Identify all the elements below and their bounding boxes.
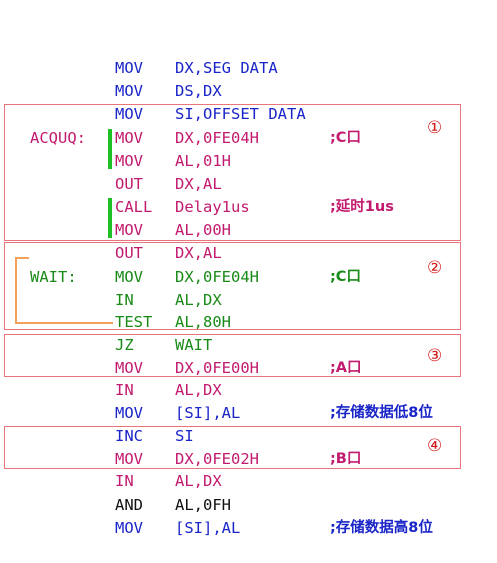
code-line: TEST AL,80H: [0, 288, 497, 331]
code-line: CALL Delay1us ;延时1us: [0, 173, 497, 216]
code-line: MOV DS,DX: [0, 57, 497, 100]
code-line: OUT DX,AL: [0, 150, 497, 193]
assembly-code-listing: ① ② ③ ④ MOV DX,SEG DATA MOV DS,DX MOV SI,OF…: [0, 0, 497, 558]
code-line: MOV [SI],AL ;存储数据高8位: [0, 494, 497, 537]
code-line: MOV SI,OFFSET DATA: [0, 80, 497, 123]
code-line: ACQUQ: MOV DX,0FE04H ;C口: [0, 104, 497, 147]
code-comment: ;存储数据高8位: [330, 520, 433, 536]
code-opcode: MOV: [115, 519, 143, 537]
code-line: MOV DX,SEG DATA: [0, 34, 497, 77]
code-line: IN AL,DX: [0, 356, 497, 399]
code-line: MOV AL,01H: [0, 127, 497, 170]
code-line: MOV DX,0FE02H ;B口: [0, 425, 497, 468]
code-line: JZ WAIT: [0, 311, 497, 354]
code-operand: [SI],AL: [175, 519, 241, 537]
code-line: MOV DX,0FE00H ;A口: [0, 334, 497, 377]
code-line: AND AL,0FH: [0, 471, 497, 514]
code-line: OUT DX,AL: [0, 219, 497, 262]
code-line: MOV AL,00H: [0, 196, 497, 239]
code-line: INC SI: [0, 402, 497, 445]
code-line: IN AL,DX: [0, 266, 497, 309]
code-line: IN AL,DX: [0, 447, 497, 490]
code-line: WAIT: MOV DX,0FE04H ;C口: [0, 243, 497, 286]
code-line: MOV [SI],AL ;存储数据低8位: [0, 379, 497, 422]
